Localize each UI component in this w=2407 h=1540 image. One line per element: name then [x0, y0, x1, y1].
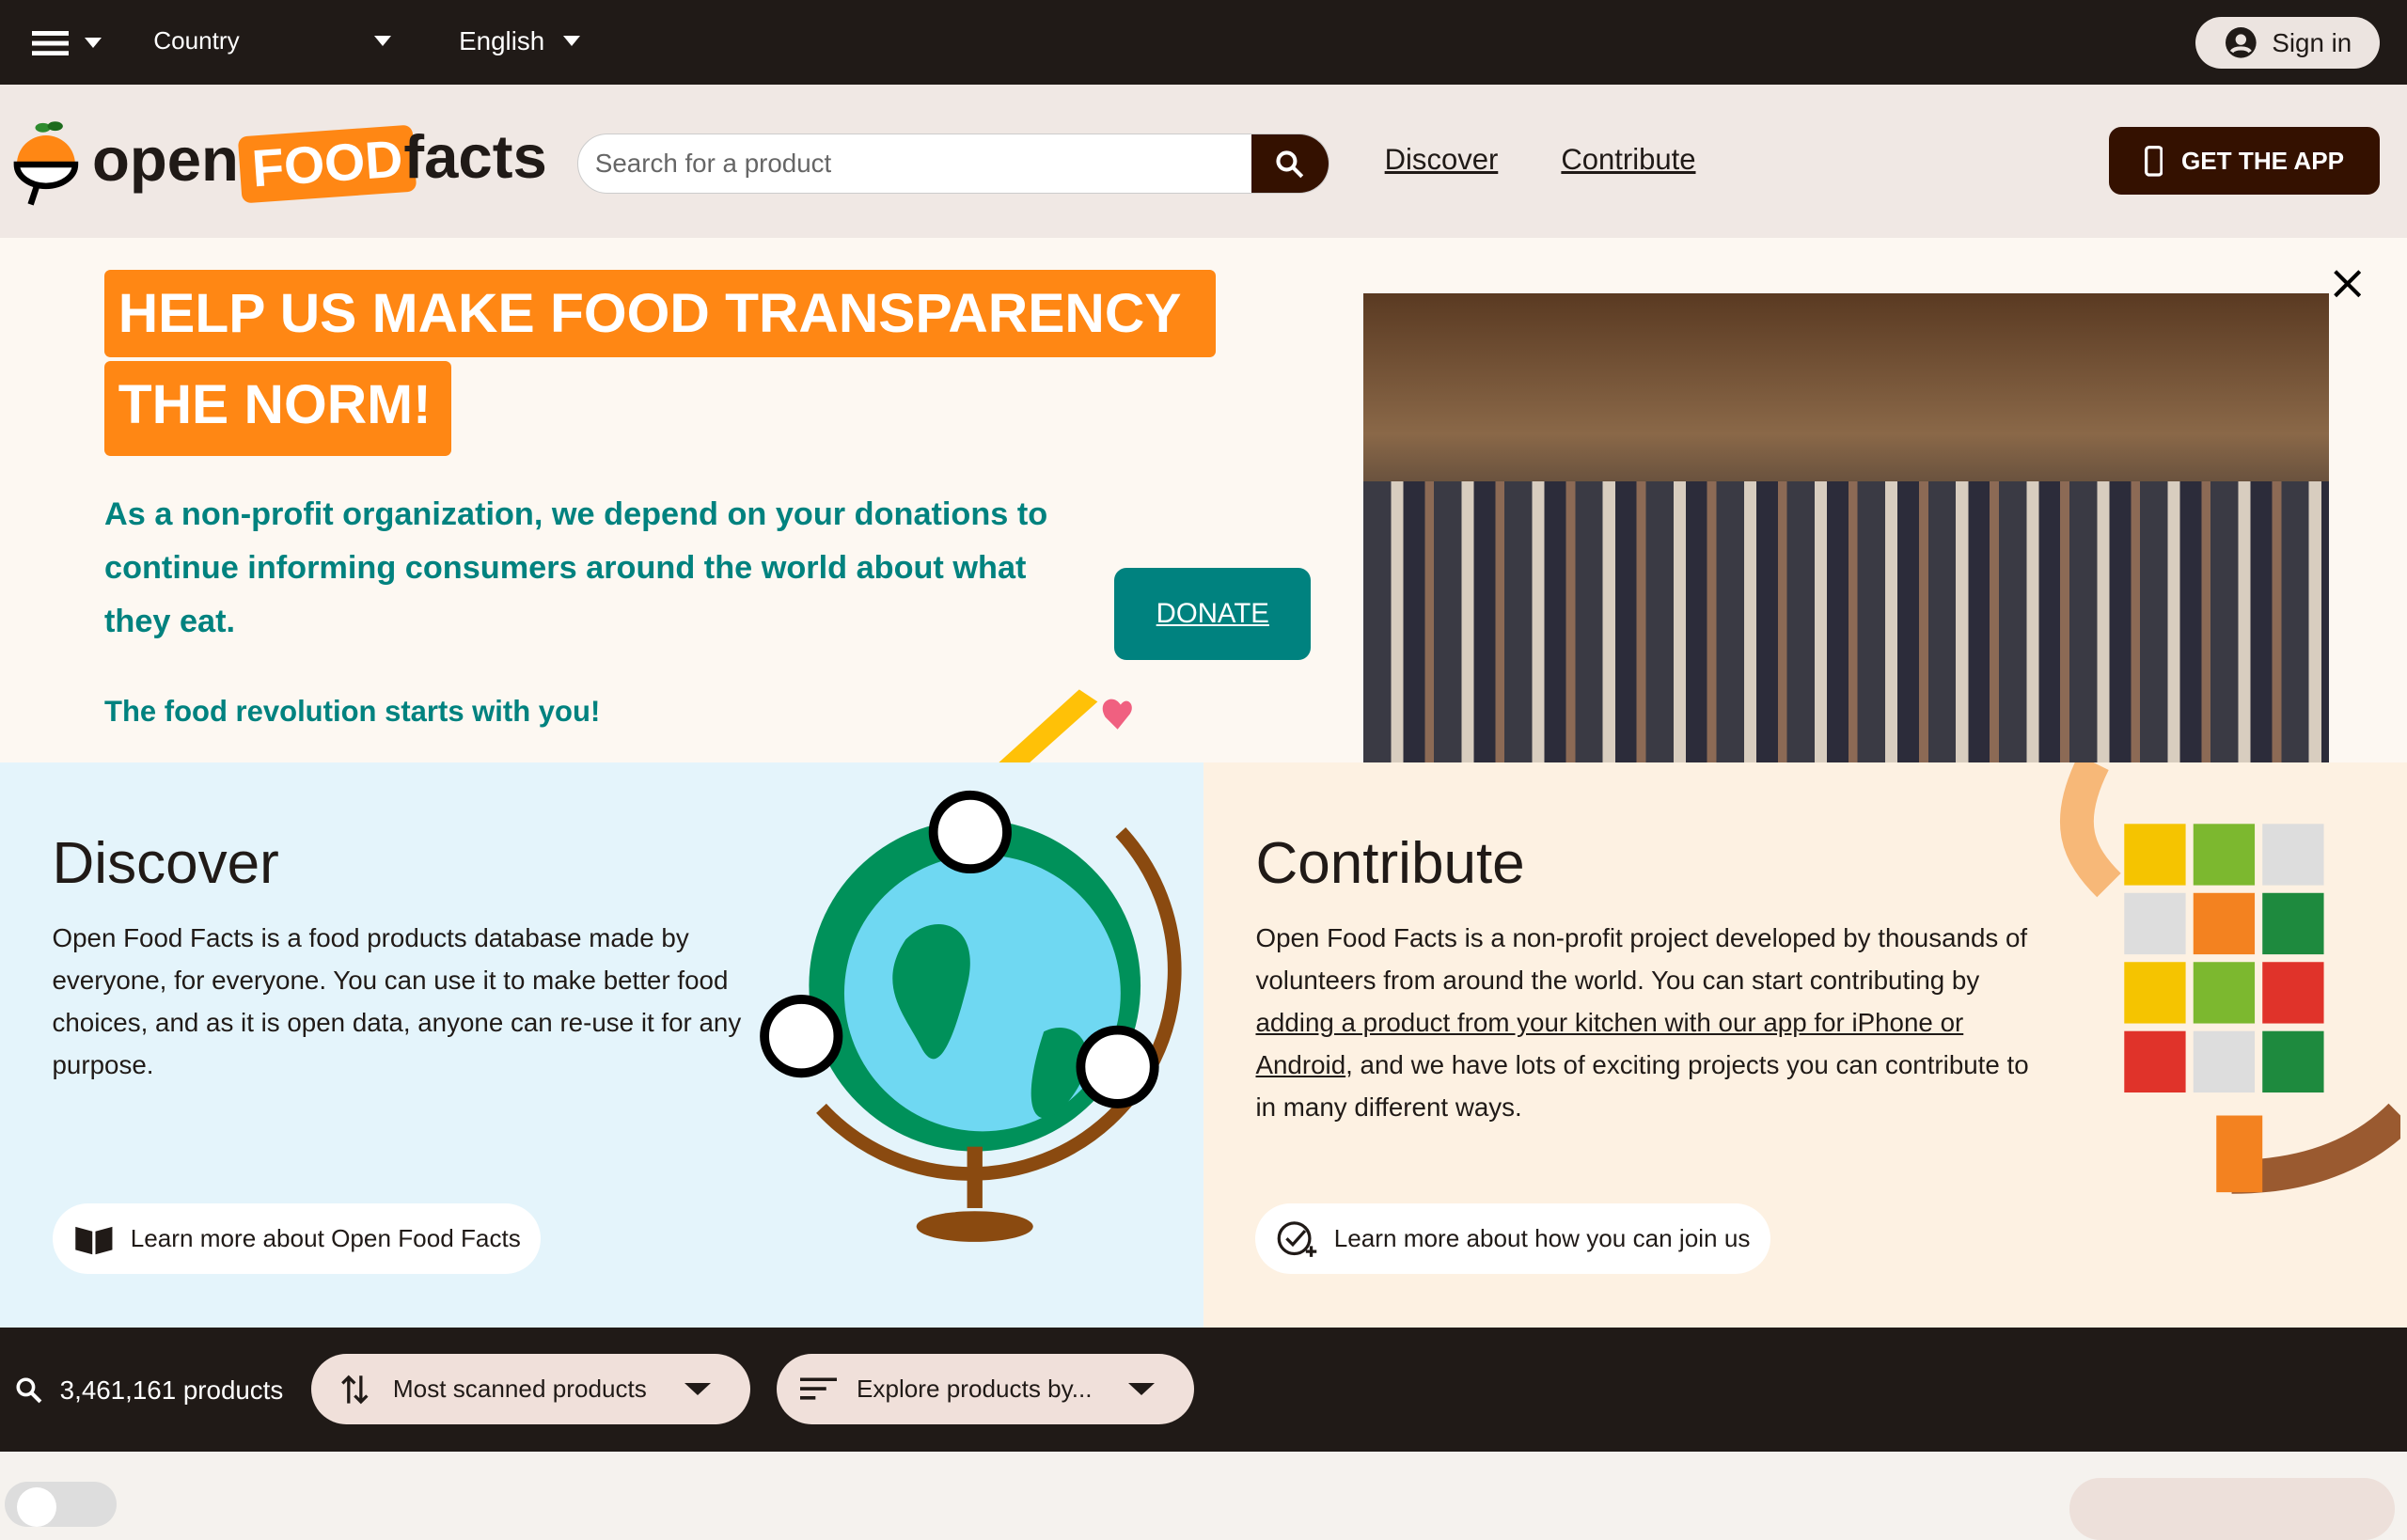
book-icon	[74, 1226, 113, 1254]
photo-people	[1362, 480, 2329, 763]
hamburger-icon	[32, 30, 70, 55]
sort-select[interactable]: Most scanned products	[311, 1353, 751, 1425]
search-icon	[16, 1377, 42, 1404]
sign-in-label: Sign in	[2272, 27, 2352, 57]
check-circle-plus-icon	[1277, 1221, 1316, 1258]
sort-label: Most scanned products	[392, 1375, 647, 1404]
community-photo	[1362, 292, 2329, 763]
discover-panel: Discover Open Food Facts is a food produ…	[0, 762, 1204, 1328]
sign-in-button[interactable]: Sign in	[2195, 16, 2380, 70]
globe-illustration	[760, 790, 1182, 1242]
subtitle-line: they eat.	[104, 604, 236, 640]
menu-button[interactable]	[32, 30, 102, 55]
banner-subtitle: As a non-profit organization, we depend …	[104, 488, 1047, 649]
country-select[interactable]: Country	[153, 25, 392, 55]
get-the-app-label: GET THE APP	[2180, 146, 2345, 175]
get-the-app-button[interactable]: GET THE APP	[2109, 127, 2380, 196]
banner-tagline: The food revolution starts with you!	[104, 695, 601, 729]
language-label: English	[459, 25, 545, 55]
preferences-button[interactable]	[2069, 1478, 2395, 1540]
sort-icon	[340, 1375, 369, 1404]
discover-title: Discover	[52, 831, 279, 897]
chevron-down-icon	[84, 38, 102, 48]
explore-label: Explore products by...	[856, 1375, 1093, 1404]
join-us-button[interactable]: Learn more about how you can join us	[1255, 1202, 1770, 1275]
filter-lines-icon	[799, 1377, 837, 1401]
donation-banner: HELP US MAKE FOOD TRANSPARENCY THE NORM!…	[0, 238, 2407, 766]
products-count: 3,461,161 products	[59, 1375, 284, 1405]
learn-more-off-label: Learn more about Open Food Facts	[130, 1224, 521, 1253]
contribute-title: Contribute	[1255, 831, 1525, 897]
logo-orange-icon	[13, 120, 79, 206]
subtitle-line: continue informing consumers around the …	[104, 550, 1027, 587]
headline-line-2: THE NORM!	[104, 360, 451, 456]
user-icon	[2226, 27, 2258, 59]
logo-facts: facts	[403, 121, 547, 191]
puzzle-illustration	[2060, 762, 2401, 1195]
chevron-down-icon	[562, 36, 580, 46]
logo-open: open	[91, 125, 239, 195]
discover-text: Open Food Facts is a food products datab…	[52, 923, 742, 1079]
country-label: Country	[153, 25, 240, 55]
contribute-panel: Contribute Open Food Facts is a non-prof…	[1203, 762, 2407, 1328]
subtitle-line: As a non-profit organization, we depend …	[104, 496, 1048, 533]
chevron-down-icon	[1127, 1383, 1155, 1395]
search-button[interactable]	[1251, 134, 1329, 193]
logo[interactable]: open FOOD facts	[12, 118, 547, 211]
contribute-text-end: , and we have lots of exciting projects …	[1255, 1049, 2029, 1122]
search-input[interactable]: Search for a product	[576, 134, 1329, 194]
close-icon[interactable]	[2333, 270, 2361, 298]
products-bar: 3,461,161 products Most scanned products…	[0, 1328, 2407, 1453]
explore-select[interactable]: Explore products by...	[777, 1353, 1195, 1425]
phone-icon	[2144, 146, 2163, 177]
language-select[interactable]: English	[459, 26, 580, 56]
contribute-text: Open Food Facts is a non-profit project …	[1255, 918, 2053, 1128]
search-icon	[1276, 150, 1304, 179]
donate-button[interactable]: DONATE	[1114, 568, 1312, 661]
contribute-text-start: Open Food Facts is a non-profit project …	[1255, 923, 2028, 996]
headline-line-1: HELP US MAKE FOOD TRANSPARENCY	[104, 270, 1217, 358]
join-us-label: Learn more about how you can join us	[1333, 1224, 1751, 1253]
chevron-down-icon	[684, 1383, 711, 1395]
hand-heart-icon	[994, 689, 1132, 766]
nav-contribute[interactable]: Contribute	[1561, 143, 1695, 177]
top-bar: Country English Sign in	[0, 0, 2407, 85]
header: open FOOD facts Search for a product Dis…	[0, 84, 2407, 239]
learn-more-off-button[interactable]: Learn more about Open Food Facts	[52, 1202, 542, 1275]
chevron-down-icon	[374, 35, 392, 46]
search-placeholder: Search for a product	[594, 148, 832, 178]
logo-food: FOOD	[237, 124, 417, 203]
nav-discover[interactable]: Discover	[1385, 143, 1499, 177]
